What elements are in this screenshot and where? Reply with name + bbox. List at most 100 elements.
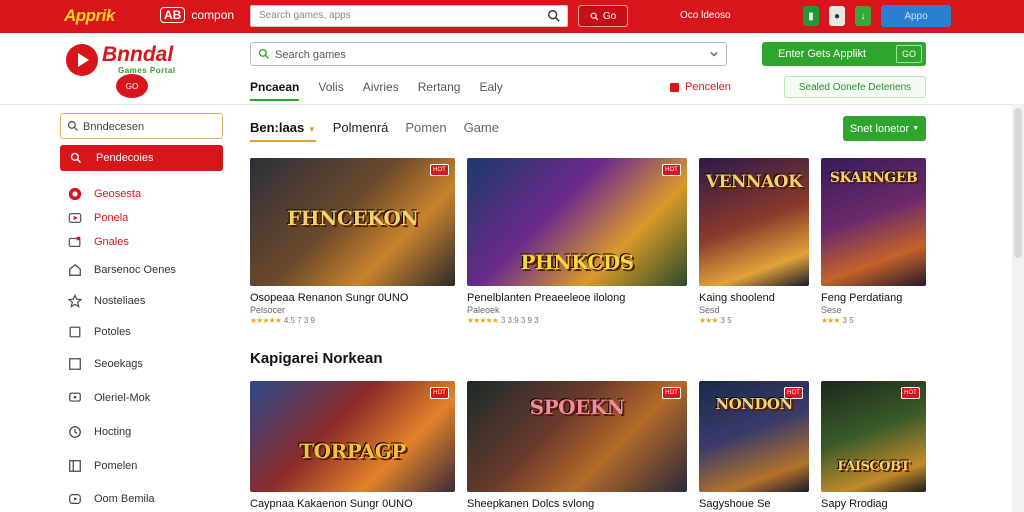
sidebar-item-label: Oleriel-Mok xyxy=(94,392,151,404)
brand-title[interactable]: Bnndal xyxy=(102,43,173,67)
clock-icon xyxy=(69,426,81,438)
sidebar-item-8[interactable]: Hocting xyxy=(68,423,131,441)
sidebar-item-5[interactable]: Potoles xyxy=(68,323,131,341)
download-icon[interactable]: ↓ xyxy=(855,6,871,26)
chat-icon xyxy=(69,392,81,402)
main-search-input[interactable]: Search games xyxy=(250,42,727,66)
category-tabs: Ben:laas ▼ Polmenrá Pomen Game xyxy=(250,120,499,142)
filter-button-label: Snet lonetor xyxy=(849,122,910,135)
scrollbar-thumb[interactable] xyxy=(1014,108,1022,258)
game-thumbnail[interactable]: HOT PHNKCDS xyxy=(467,158,687,286)
game-art-title: SKARNGEB xyxy=(829,170,918,186)
rating-text: 3 5 xyxy=(720,316,732,325)
game-thumbnail[interactable]: HOT FHNCEKON xyxy=(250,158,455,286)
game-thumbnail[interactable]: VENNAOK xyxy=(699,158,809,286)
game-name[interactable]: Sheepkanen Dolcs svlong xyxy=(467,498,687,510)
game-name[interactable]: Sagyshoue Se xyxy=(699,498,809,510)
rating-text: 3 3.9 3 9 3 xyxy=(500,316,539,325)
sidebar-item-label: Hocting xyxy=(94,426,132,438)
game-name[interactable]: Caypnaa Kakaenon Sungr 0UNO xyxy=(250,498,455,510)
game-thumbnail[interactable]: HOT NONDON xyxy=(699,381,809,492)
hot-badge: HOT xyxy=(901,387,920,399)
category-tab-0[interactable]: Ben:laas ▼ xyxy=(250,120,316,142)
game-card[interactable]: VENNAOK Kaing shoolend Sesd ★★★ 3 5 xyxy=(699,158,809,325)
top-brand[interactable]: AB compon xyxy=(160,7,234,23)
game-thumbnail[interactable]: HOT SPOEKN xyxy=(467,381,687,492)
circle-icon xyxy=(68,187,82,201)
category-tab-1[interactable]: Polmenrá xyxy=(333,120,389,135)
category-tab-label: Ben:laas xyxy=(250,120,305,135)
enter-app-button[interactable]: Enter Gets Applikt GO xyxy=(762,42,926,66)
game-name[interactable]: Sapy Rrodiag xyxy=(821,498,926,510)
site-logo[interactable]: Apprik xyxy=(64,6,115,26)
game-card[interactable]: HOT NONDON Sagyshoue Se xyxy=(699,381,809,510)
top-search-input[interactable]: Search games, apps xyxy=(250,5,568,27)
search-icon[interactable] xyxy=(547,9,561,23)
enter-app-sub-button[interactable]: GO xyxy=(896,45,922,63)
nav-tab-1[interactable]: Volis xyxy=(318,80,343,101)
game-card[interactable]: HOT SPOEKN Sheepkanen Dolcs svlong xyxy=(467,381,687,510)
user-menu[interactable]: Oco ldeoso xyxy=(680,10,731,21)
game-meta: Sese xyxy=(821,305,842,315)
app-store-badge[interactable]: Appo xyxy=(881,5,951,27)
chevron-down-icon[interactable] xyxy=(710,50,718,58)
nav-tab-2[interactable]: Aivries xyxy=(363,80,399,101)
sidebar: Bnndecesen Pendecoies Geosesta Ponela Gn… xyxy=(60,105,223,512)
game-thumbnail[interactable]: SKARNGEB xyxy=(821,158,926,286)
sidebar-search-input[interactable]: Bnndecesen xyxy=(60,113,223,139)
game-card[interactable]: HOT FHNCEKON Osopeaa Renanon Sungr 0UNO … xyxy=(250,158,455,325)
game-card[interactable]: HOT TORPAGP Caypnaa Kakaenon Sungr 0UNO xyxy=(250,381,455,510)
sidebar-item-0[interactable]: Geosesta xyxy=(68,185,141,203)
game-name[interactable]: Kaing shoolend xyxy=(699,292,809,304)
game-rating: ★★★★★ 3 3.9 3 9 3 xyxy=(467,316,687,325)
sidebar-item-3[interactable]: Barsenoc Oenes xyxy=(68,261,176,279)
nav-tab-4[interactable]: Ealy xyxy=(479,80,502,101)
top-search-button[interactable]: Go xyxy=(578,5,628,27)
game-thumbnail[interactable]: HOT TORPAGP xyxy=(250,381,455,492)
sidebar-item-10[interactable]: Oom Bemila xyxy=(68,490,155,508)
game-name[interactable]: Feng Perdatiang xyxy=(821,292,926,304)
game-meta: Paleoek xyxy=(467,305,500,315)
game-meta: Sesd xyxy=(699,305,720,315)
filter-button[interactable]: Snet lonetor ▼ xyxy=(843,116,926,141)
user-icon[interactable]: ● xyxy=(829,6,845,26)
sidebar-item-2[interactable]: Gnales xyxy=(68,233,129,251)
game-card[interactable]: HOT PHNKCDS Penelblanten Preaeeleoe ilol… xyxy=(467,158,687,325)
nav-red-link-label: Pencelen xyxy=(685,81,731,93)
sidebar-item-4[interactable]: Nosteliaes xyxy=(68,292,145,310)
sidebar-item-label: Oom Bemila xyxy=(94,493,155,505)
sidebar-item-7[interactable]: Oleriel-Mok xyxy=(68,389,150,407)
sidebar-item-label: Nosteliaes xyxy=(94,295,146,307)
chevron-down-icon: ▼ xyxy=(307,125,316,134)
sidebar-search-placeholder: Bnndecesen xyxy=(83,121,145,133)
section-title: Kapigarei Norkean xyxy=(250,350,383,367)
game-thumbnail[interactable]: HOT FAISCOBT xyxy=(821,381,926,492)
sidebar-item-1[interactable]: Ponela xyxy=(68,209,128,227)
game-card[interactable]: HOT FAISCOBT Sapy Rrodiag xyxy=(821,381,926,510)
game-card[interactable]: SKARNGEB Feng Perdatiang Sese ★★★ 3 5 xyxy=(821,158,926,325)
game-art-title: SPOEKN xyxy=(529,395,625,419)
nav-green-link[interactable]: Sealed Oonefe Deteriens xyxy=(784,76,926,98)
android-icon[interactable]: ▮ xyxy=(803,6,819,26)
game-name[interactable]: Penelblanten Preaeeleoe ilolong xyxy=(467,292,687,304)
game-art-title: FAISCOBT xyxy=(837,459,910,474)
category-tab-3[interactable]: Game xyxy=(464,120,499,135)
main-search-placeholder: Search games xyxy=(275,49,346,61)
sidebar-item-label: Gnales xyxy=(94,236,129,248)
brand-badge-oval[interactable]: GO xyxy=(116,74,148,98)
search-icon xyxy=(258,48,269,59)
nav-tab-3[interactable]: Rertang xyxy=(418,80,461,101)
nav-red-link[interactable]: Pencelen xyxy=(670,81,731,93)
play-logo-icon[interactable] xyxy=(66,44,98,76)
top-bar: Apprik AB compon Search games, apps Go O… xyxy=(0,0,1024,33)
page-scrollbar[interactable] xyxy=(1012,104,1024,512)
brand-badge: AB xyxy=(160,7,186,23)
game-name[interactable]: Osopeaa Renanon Sungr 0UNO xyxy=(250,292,455,304)
sidebar-item-6[interactable]: Seoekags xyxy=(68,355,143,373)
sidebar-item-9[interactable]: Pomelen xyxy=(68,457,137,475)
hot-badge: HOT xyxy=(430,164,449,176)
category-tab-2[interactable]: Pomen xyxy=(405,120,446,135)
sidebar-item-active[interactable]: Pendecoies xyxy=(60,145,223,171)
nav-tab-0[interactable]: Pncaean xyxy=(250,80,300,101)
brand-text: compon xyxy=(191,8,235,22)
